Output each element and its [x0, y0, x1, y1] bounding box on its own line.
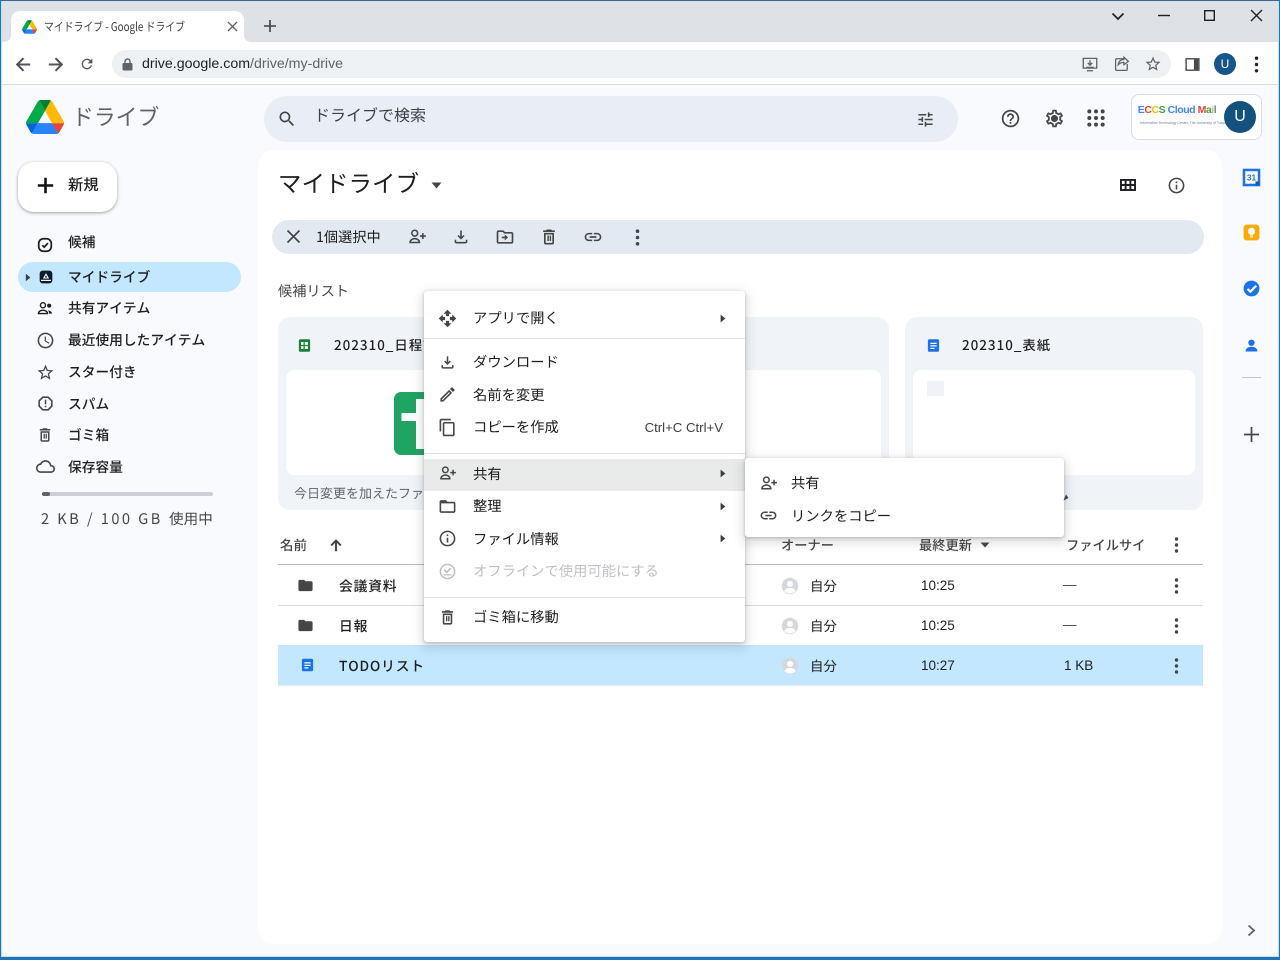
svg-text:31: 31	[1247, 173, 1257, 183]
